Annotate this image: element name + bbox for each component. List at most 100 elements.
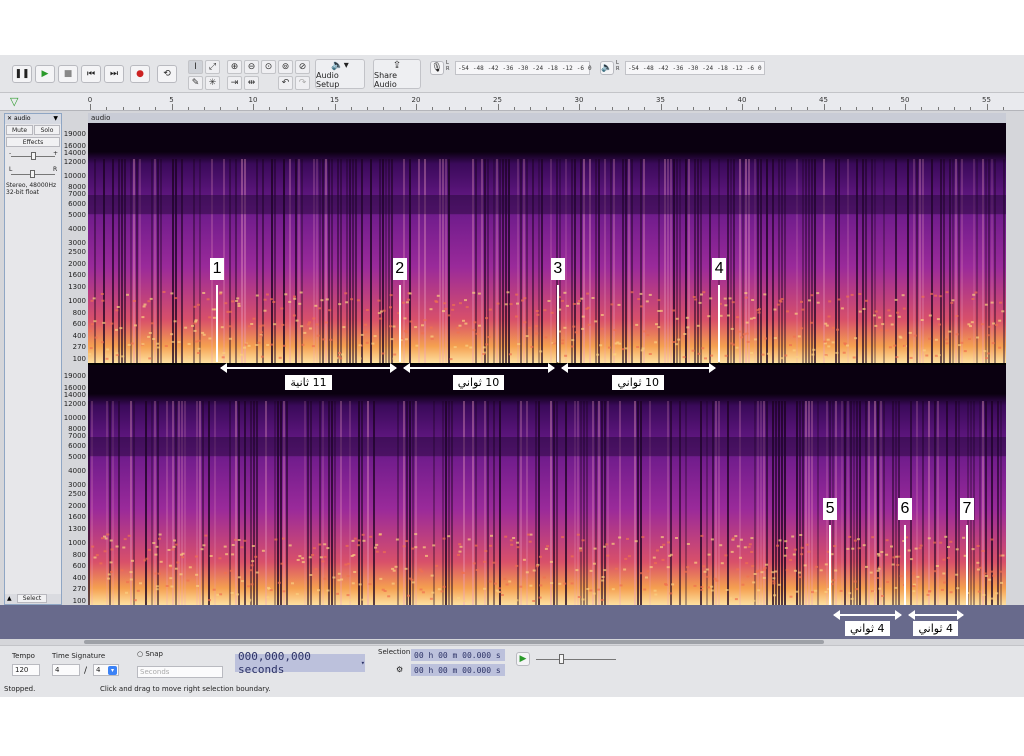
spectrogram-speckle: [800, 553, 804, 556]
fit-project-button[interactable]: ⊚: [278, 60, 293, 74]
select-track-button[interactable]: Select: [17, 594, 47, 603]
selection-tool[interactable]: I: [188, 60, 203, 74]
spectrogram-speckle: [449, 358, 453, 361]
horizontal-scrollbar[interactable]: [84, 640, 824, 644]
pause-button[interactable]: ❚❚: [12, 65, 32, 83]
spectrogram-streak: [550, 401, 552, 605]
time-marker-line: [556, 285, 559, 362]
track-menu-icon[interactable]: ▼: [53, 114, 58, 124]
ts-denominator-select[interactable]: 4 ▾: [93, 664, 119, 676]
spectrogram-streak: [328, 401, 330, 605]
tempo-input[interactable]: 120: [12, 664, 40, 676]
spectrogram-speckle: [792, 335, 796, 338]
zoom-toggle-button[interactable]: ⊘: [295, 60, 310, 74]
gain-slider-thumb[interactable]: [31, 152, 36, 160]
fit-selection-button[interactable]: ⊙: [261, 60, 276, 74]
spectrogram-speckle: [812, 348, 816, 351]
spectrogram-speckle: [666, 566, 670, 569]
record-meter[interactable]: -54 -48 -42 -36 -30 -24 -18 -12 -6 0: [455, 61, 592, 75]
snap-checkbox[interactable]: ○ Snap: [137, 650, 163, 658]
spectrogram-speckle: [136, 589, 140, 592]
play-speed-slider[interactable]: [536, 659, 616, 660]
solo-button[interactable]: Solo: [34, 125, 60, 135]
audio-setup-button[interactable]: 🔈▾ Audio Setup: [315, 59, 365, 89]
snap-unit-select[interactable]: Seconds: [137, 666, 223, 678]
spectrogram-band: [88, 195, 1006, 215]
spectrogram-speckle: [110, 322, 114, 325]
draw-tool[interactable]: ✎: [188, 76, 203, 90]
close-track-icon[interactable]: ✕: [7, 115, 12, 122]
timeline-ruler[interactable]: ▽ 0 5 10 15 20 25 30 35 40 45 50 55: [0, 93, 1024, 111]
mute-button[interactable]: Mute: [6, 125, 33, 135]
spectrogram-streak: [850, 401, 852, 605]
spectrogram-speckle: [126, 293, 129, 296]
clip-title-bar[interactable]: audio: [88, 113, 1006, 123]
audio-position-display[interactable]: 000,000,000 seconds ▾: [235, 650, 365, 676]
spectrogram-speckle: [911, 572, 915, 575]
stop-button[interactable]: ■: [58, 65, 78, 83]
dropdown-icon: ▾: [108, 666, 117, 675]
redo-button[interactable]: ↷: [295, 76, 310, 90]
trim-button[interactable]: ⇥: [227, 76, 242, 90]
effects-button[interactable]: Effects: [6, 137, 60, 147]
spectrogram-speckle: [636, 346, 640, 348]
spectrogram-speckle: [561, 536, 565, 539]
spectrogram-speckle: [888, 346, 892, 349]
playback-meter-button[interactable]: 🔈: [600, 61, 614, 75]
spectrogram-speckle: [508, 580, 512, 583]
spectrogram-speckle: [792, 553, 796, 556]
playback-meter[interactable]: -54 -48 -42 -36 -30 -24 -18 -12 -6 0: [625, 61, 765, 75]
spectrogram-speckle: [654, 562, 657, 565]
multi-tool[interactable]: ✳: [205, 76, 220, 90]
selection-start-display[interactable]: 00 h 00 m 00.000 s: [411, 649, 505, 661]
spectrogram-speckle: [236, 297, 240, 300]
spectrogram-speckle: [171, 340, 175, 343]
play-at-speed-button[interactable]: ▶: [516, 652, 530, 666]
meter-tick: -54: [628, 64, 639, 72]
spectrogram-speckle: [905, 599, 909, 602]
spectrogram-speckle: [764, 337, 767, 340]
spectrogram-speckle: [977, 590, 981, 593]
track-name-bar[interactable]: ✕ audio ▼: [5, 114, 61, 124]
spectrogram-streak: [730, 159, 732, 363]
loop-button[interactable]: ⟲: [157, 65, 177, 83]
spectrogram-streak: [202, 401, 204, 605]
collapse-icon[interactable]: ▲: [7, 595, 12, 602]
skip-end-button[interactable]: ⏭: [104, 65, 124, 83]
playhead-icon[interactable]: ▽: [10, 95, 24, 108]
skip-start-button[interactable]: ⏮: [81, 65, 101, 83]
spectrogram-streak: [160, 159, 162, 363]
spectrogram-speckle: [990, 538, 994, 541]
spectrogram-speckle: [657, 299, 661, 302]
spectrogram-speckle: [196, 585, 200, 587]
ts-numerator-input[interactable]: 4: [52, 664, 80, 676]
record-meter-button[interactable]: 🎙: [430, 61, 444, 75]
zoom-in-button[interactable]: ⊕: [227, 60, 242, 74]
spectrogram-speckle: [115, 328, 118, 331]
zoom-out-button[interactable]: ⊖: [244, 60, 259, 74]
spectrogram-speckle: [745, 321, 749, 324]
spectrogram-streak: [985, 159, 987, 363]
undo-button[interactable]: ↶: [278, 76, 293, 90]
record-button[interactable]: ●: [130, 65, 150, 83]
pan-slider-thumb[interactable]: [30, 170, 35, 178]
spectrogram-speckle: [697, 352, 701, 355]
spectrogram-speckle: [698, 301, 702, 304]
spectrogram-speckle: [475, 569, 479, 571]
selection-options-icon[interactable]: ⚙: [396, 665, 403, 674]
envelope-tool[interactable]: ⤢: [205, 60, 220, 74]
track-control-panel: ✕ audio ▼ Mute Solo Effects - + L R Ster…: [4, 113, 62, 605]
play-speed-thumb[interactable]: [559, 654, 564, 664]
spectrogram-speckle: [624, 347, 628, 350]
spectrogram-speckle: [259, 334, 263, 337]
spectrogram-speckle: [600, 314, 604, 316]
play-button[interactable]: ▶: [35, 65, 55, 83]
silence-button[interactable]: ⇹: [244, 76, 259, 90]
spectrogram-speckle: [447, 314, 451, 317]
share-audio-button[interactable]: ⇪ Share Audio: [373, 59, 421, 89]
spectrogram-speckle: [103, 550, 107, 553]
spectrogram-streak: [508, 159, 510, 363]
selection-end-display[interactable]: 00 h 00 m 00.000 s: [411, 664, 505, 676]
frequency-label: 600: [72, 562, 86, 571]
spectrogram-speckle: [832, 579, 836, 582]
